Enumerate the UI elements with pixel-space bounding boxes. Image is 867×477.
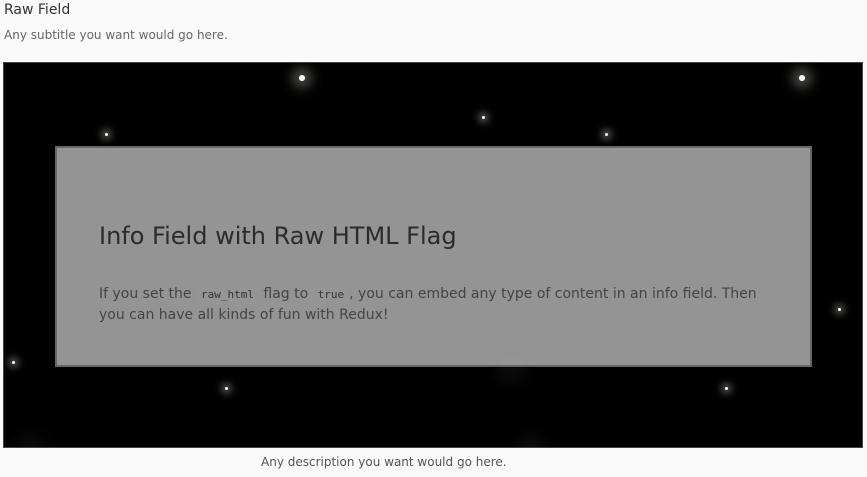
field-description: Any description you want would go here.: [261, 455, 507, 469]
info-text: If you set the: [99, 286, 196, 302]
star: [225, 387, 228, 390]
info-body: If you set the raw_html flag to true, yo…: [99, 284, 779, 325]
star: [105, 133, 108, 136]
star: [12, 361, 15, 364]
field-subtitle: Any subtitle you want would go here.: [4, 28, 228, 42]
star: [725, 387, 728, 390]
info-heading: Info Field with Raw HTML Flag: [99, 222, 457, 250]
star: [605, 133, 608, 136]
star: [24, 443, 38, 447]
star: [482, 116, 485, 119]
info-text: flag to: [258, 286, 313, 302]
info-panel: Info Field with Raw HTML Flag If you set…: [55, 146, 812, 367]
star: [838, 308, 841, 311]
star: [799, 75, 805, 81]
star: [524, 443, 538, 447]
field-title: Raw Field: [4, 2, 71, 18]
star: [299, 75, 305, 81]
code-true: true: [312, 286, 350, 303]
starfield-canvas: Info Field with Raw HTML Flag If you set…: [3, 62, 863, 448]
code-raw-html: raw_html: [195, 286, 259, 303]
